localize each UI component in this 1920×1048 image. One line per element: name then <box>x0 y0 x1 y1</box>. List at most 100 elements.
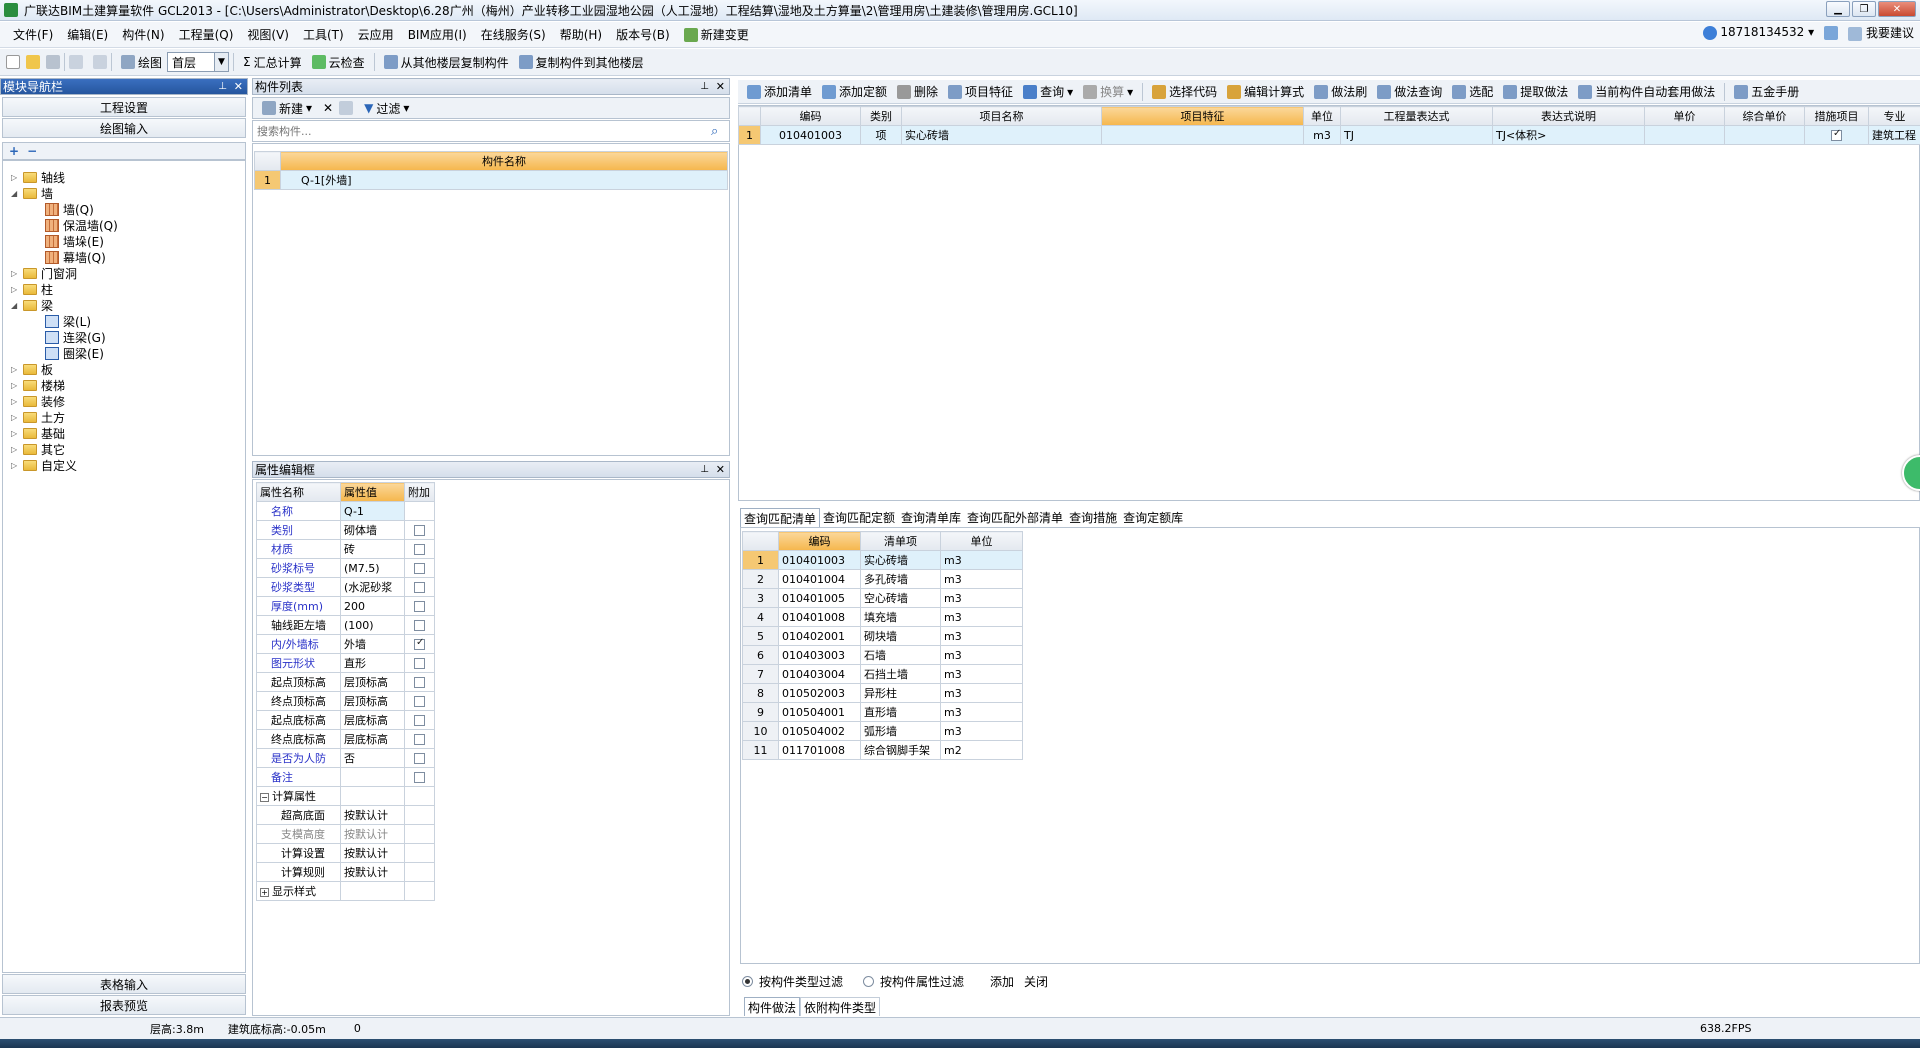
query-code-cell[interactable]: 010403003 <box>778 645 861 665</box>
prop-row[interactable]: 备注 <box>256 767 435 787</box>
bill-tool-button[interactable]: 编辑计算式 <box>1222 81 1309 103</box>
menu-bim[interactable]: BIM应用(I) <box>401 24 474 46</box>
query-col-header[interactable]: 编码 <box>778 531 861 551</box>
menu-view[interactable]: 视图(V) <box>240 24 296 46</box>
tab-component-method[interactable]: 构件做法 <box>744 997 801 1016</box>
query-code-cell[interactable]: 010502003 <box>778 683 861 703</box>
open-file-icon[interactable] <box>26 55 40 69</box>
prop-group-row[interactable]: + 显示样式 <box>256 881 435 901</box>
table-row[interactable]: 1 010401003 实心砖墙 m3 <box>742 550 1023 570</box>
query-code-cell[interactable]: 010504002 <box>778 721 861 741</box>
prop-value[interactable]: 层顶标高 <box>340 672 405 692</box>
filter-by-type-radio[interactable] <box>742 975 753 987</box>
prop-row[interactable]: 类别 砌体墙 <box>256 520 435 540</box>
extra-checkbox[interactable] <box>414 753 425 764</box>
bell-icon[interactable] <box>1824 25 1839 40</box>
prop-row[interactable]: 名称 Q-1 <box>256 501 435 521</box>
prop-row[interactable]: 起点顶标高 层顶标高 <box>256 672 435 692</box>
extra-checkbox[interactable] <box>414 637 425 650</box>
prop-row[interactable]: 砂浆标号 (M7.5) <box>256 558 435 578</box>
sum-calc-button[interactable]: Σ 汇总计算 <box>238 51 307 73</box>
collapse-all-icon[interactable]: − <box>27 144 37 158</box>
bill-cell-feature[interactable] <box>1101 125 1304 145</box>
prop-row[interactable]: 支模高度 按默认计 <box>256 824 435 844</box>
prop-value[interactable]: Q-1 <box>340 501 405 521</box>
prop-value[interactable]: 按默认计 <box>340 843 405 863</box>
pin-icon[interactable]: ⊥ <box>700 81 709 92</box>
prop-value[interactable]: 直形 <box>340 653 405 673</box>
suggest-button[interactable]: 我要建议 <box>1848 24 1914 41</box>
tree-item[interactable]: 圈梁(E) <box>33 345 104 361</box>
tree-item[interactable]: 保温墙(Q) <box>33 217 118 233</box>
tree-item[interactable]: 幕墙(Q) <box>33 249 106 265</box>
user-account[interactable]: 18718134532 ▾ <box>1702 25 1814 40</box>
menu-edit[interactable]: 编辑(E) <box>60 24 115 46</box>
copy-from-floor-button[interactable]: 从其他楼层复制构件 <box>379 51 514 73</box>
query-name-cell[interactable]: 直形墙 <box>860 702 941 722</box>
bill-tool-button[interactable]: 项目特征 <box>943 81 1018 103</box>
search-icon[interactable]: ⌕ <box>711 124 729 139</box>
menu-version[interactable]: 版本号(B) <box>609 24 677 46</box>
bill-tool-button[interactable]: 选择代码 <box>1147 81 1222 103</box>
close-query-button[interactable]: 关闭 <box>1024 973 1048 990</box>
query-name-cell[interactable]: 石墙 <box>860 645 941 665</box>
bill-cell-unit[interactable]: m3 <box>1303 125 1341 145</box>
query-code-cell[interactable]: 010401004 <box>778 569 861 589</box>
bill-cell-type[interactable]: 项 <box>860 125 902 145</box>
menu-tools[interactable]: 工具(T) <box>296 24 351 46</box>
query-name-cell[interactable]: 多孔砖墙 <box>860 569 941 589</box>
extra-checkbox[interactable] <box>414 715 425 726</box>
component-name-cell[interactable]: Q-1[外墙] <box>280 170 728 190</box>
prop-value[interactable]: (水泥砂浆 <box>340 577 405 597</box>
query-code-cell[interactable]: 010401003 <box>778 550 861 570</box>
delete-icon[interactable]: ✕ <box>323 101 333 115</box>
maximize-button[interactable]: ❐ <box>1852 1 1876 17</box>
prop-value[interactable]: 外墙 <box>340 634 405 654</box>
close-icon[interactable]: ✕ <box>234 80 243 93</box>
bill-cell-major[interactable]: 建筑工程 <box>1868 125 1920 145</box>
query-tab[interactable]: 查询措施 <box>1066 508 1120 527</box>
table-row[interactable]: 5 010402001 砌块墙 m3 <box>742 626 1023 646</box>
bill-col-header[interactable]: 专业 <box>1868 106 1920 126</box>
prop-value[interactable]: 按默认计 <box>340 824 405 844</box>
menu-online[interactable]: 在线服务(S) <box>474 24 553 46</box>
measure-checkbox[interactable] <box>1831 128 1842 141</box>
query-name-cell[interactable]: 空心砖墙 <box>860 588 941 608</box>
prop-value[interactable]: 200 <box>340 596 405 616</box>
tree-item[interactable]: 梁(L) <box>33 313 91 329</box>
query-code-cell[interactable]: 010401005 <box>778 588 861 608</box>
expand-icon[interactable]: ▷ <box>11 173 19 182</box>
prop-row[interactable]: 砂浆类型 (水泥砂浆 <box>256 577 435 597</box>
bill-tool-button[interactable]: 删除 <box>892 81 943 103</box>
prop-row[interactable]: 厚度(mm) 200 <box>256 596 435 616</box>
project-settings-button[interactable]: 工程设置 <box>2 97 246 117</box>
query-name-cell[interactable]: 弧形墙 <box>860 721 941 741</box>
bill-col-header[interactable]: 单价 <box>1644 106 1725 126</box>
expand-icon[interactable]: ▷ <box>11 461 19 470</box>
bill-col-header[interactable]: 编码 <box>760 106 861 126</box>
pin-icon[interactable]: ⊥ <box>218 81 227 92</box>
draw-input-button[interactable]: 绘图输入 <box>2 118 246 138</box>
expand-icon[interactable]: ▷ <box>11 429 19 438</box>
table-row[interactable]: 8 010502003 异形柱 m3 <box>742 683 1023 703</box>
bill-cell-desc[interactable]: TJ<体积> <box>1492 125 1645 145</box>
table-row[interactable]: 1010401003项实心砖墙 m3TJTJ<体积> 建筑工程 <box>738 125 1920 145</box>
expand-icon[interactable]: ▷ <box>11 413 19 422</box>
tree-item[interactable]: 连梁(G) <box>33 329 106 345</box>
query-unit-cell[interactable]: m3 <box>940 626 1023 646</box>
bill-cell-name[interactable]: 实心砖墙 <box>901 125 1102 145</box>
tree-item[interactable]: ▷ 基础 <box>11 425 65 441</box>
extra-checkbox[interactable] <box>414 525 425 536</box>
expand-icon[interactable]: ▷ <box>11 397 19 406</box>
pin-icon[interactable]: ⊥ <box>700 464 709 475</box>
collapse-icon[interactable]: ◢ <box>11 301 19 310</box>
extra-checkbox[interactable] <box>414 582 425 593</box>
bill-tool-button[interactable]: 当前构件自动套用做法 <box>1573 81 1720 103</box>
prop-value[interactable]: 层底标高 <box>340 729 405 749</box>
prop-value[interactable]: (M7.5) <box>340 558 405 578</box>
table-row[interactable]: 4 010401008 填充墙 m3 <box>742 607 1023 627</box>
query-unit-cell[interactable]: m3 <box>940 607 1023 627</box>
extra-checkbox[interactable] <box>414 601 425 612</box>
query-unit-cell[interactable]: m3 <box>940 569 1023 589</box>
report-preview-button[interactable]: 报表预览 <box>2 995 246 1015</box>
